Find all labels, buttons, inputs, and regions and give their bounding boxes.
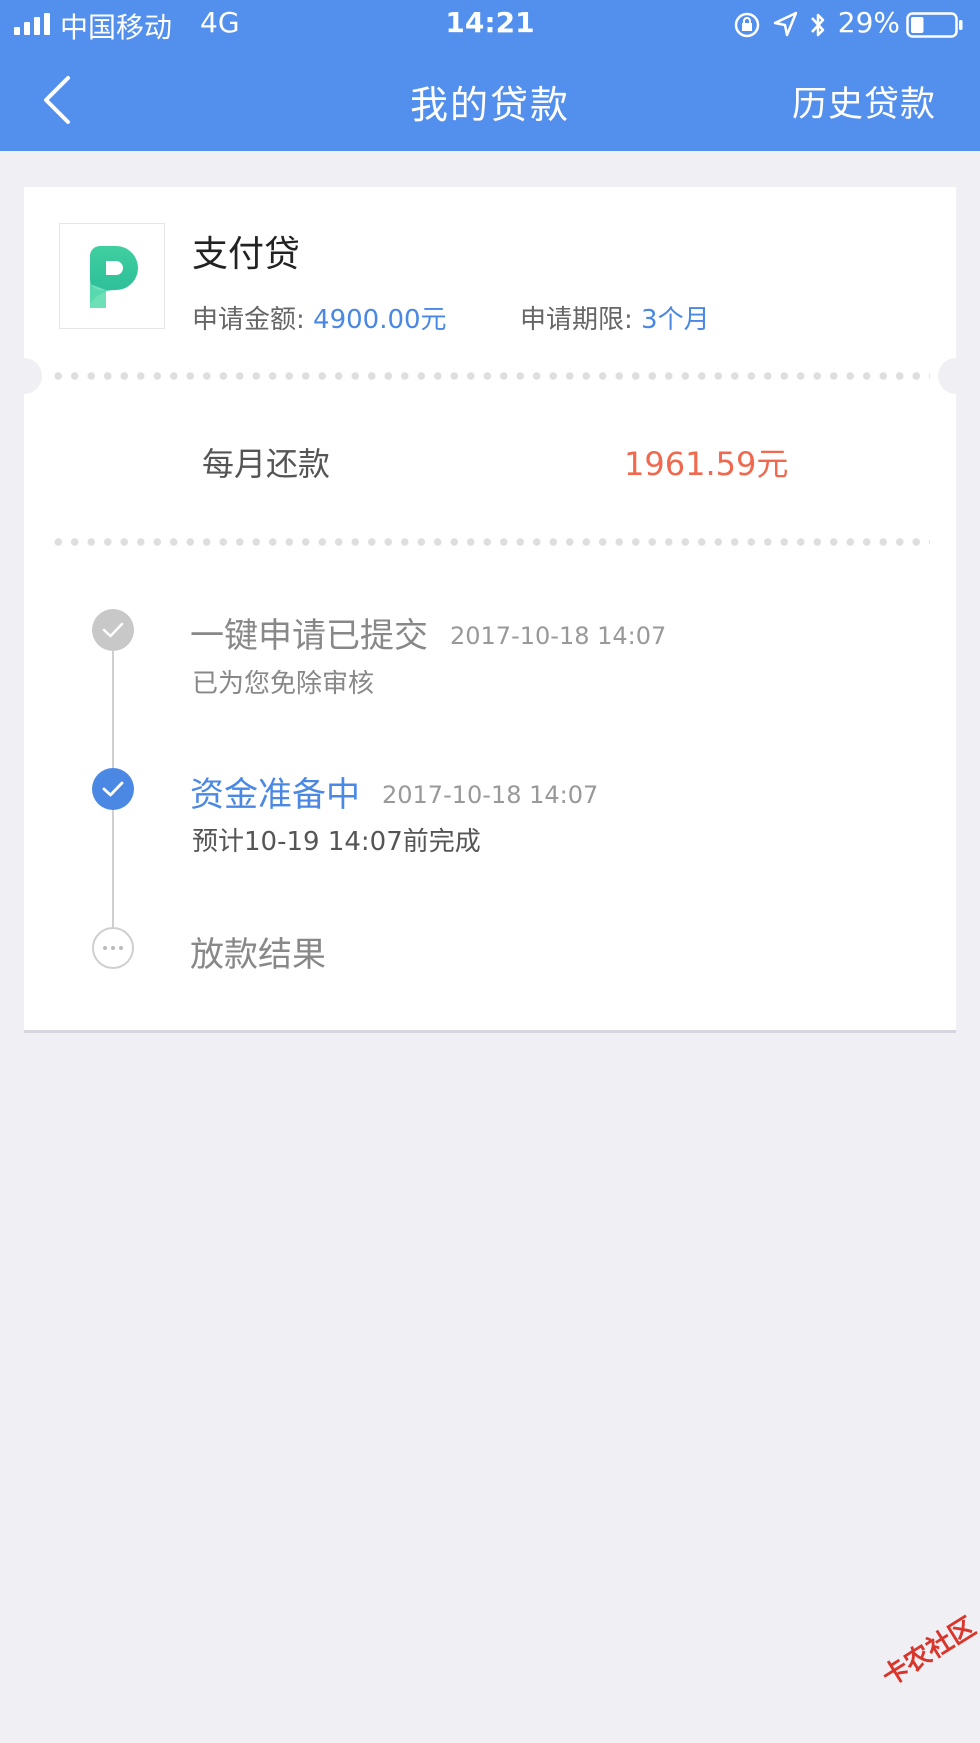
step-title-text: 资金准备中 <box>190 775 360 815</box>
timeline-step-title: 资金准备中 2017-10-18 14:07 <box>190 767 598 816</box>
dotted-divider <box>50 538 930 546</box>
check-icon <box>92 609 134 651</box>
more-dots-icon <box>92 927 134 969</box>
dotted-divider <box>50 372 930 380</box>
timeline-step-title: 放款结果 <box>190 935 326 975</box>
monthly-repayment-label: 每月还款 <box>202 445 331 483</box>
battery-icon <box>906 12 963 38</box>
status-icons: 29% <box>704 6 964 46</box>
watermark: 卡农社区 <box>877 1611 980 1693</box>
applied-period-value: 3个月 <box>641 305 710 335</box>
step-time: 2017-10-18 14:07 <box>382 781 599 809</box>
applied-amount-label: 申请金额: <box>192 305 305 335</box>
applied-period: 申请期限: 3个月 <box>520 299 710 336</box>
nav-bar: 我的贷款 历史贷款 <box>0 52 980 148</box>
check-icon <box>92 768 134 810</box>
card-notch-right <box>938 358 974 394</box>
step-title-text: 一键申请已提交 <box>190 616 428 656</box>
timeline-step-subtitle: 预计10-19 14:07前完成 <box>192 827 481 857</box>
bluetooth-icon <box>811 13 825 37</box>
product-logo <box>59 223 165 329</box>
app-header: 中国移动 4G 14:21 29% 我的贷款 历史贷款 <box>0 0 980 151</box>
location-arrow-icon <box>773 11 798 37</box>
loan-card: 支付贷 申请金额: 4900.00元 申请期限: 3个月 每月还款 1961.5… <box>6 187 974 1033</box>
monthly-repayment-value: 1961.59元 <box>624 445 789 483</box>
timeline-step-title: 一键申请已提交 2017-10-18 14:07 <box>190 608 666 657</box>
rotation-lock-icon <box>734 12 760 38</box>
applied-amount-value: 4900.00元 <box>313 305 447 335</box>
timeline-step-subtitle: 已为您免除审核 <box>192 669 375 699</box>
applied-amount: 申请金额: 4900.00元 <box>192 299 447 336</box>
history-loans-button[interactable]: 历史贷款 <box>792 76 936 127</box>
card-notch-left <box>6 358 42 394</box>
product-name: 支付贷 <box>192 234 301 275</box>
battery-percent: 29% <box>837 6 900 39</box>
step-time: 2017-10-18 14:07 <box>450 622 667 650</box>
applied-period-label: 申请期限: <box>520 305 633 335</box>
status-bar: 中国移动 4G 14:21 29% <box>0 0 980 50</box>
product-logo-icon <box>90 246 138 308</box>
